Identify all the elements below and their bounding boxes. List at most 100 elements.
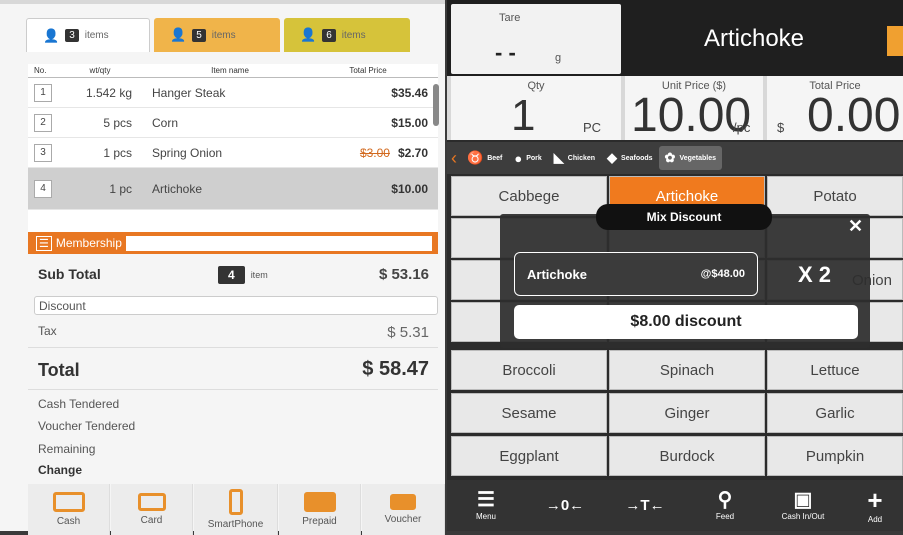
membership-input[interactable] (125, 235, 432, 251)
product-pumpkin[interactable]: Pumpkin (767, 436, 903, 476)
category-pork[interactable]: ● Pork (508, 146, 547, 170)
discount-amount: $8.00 discount (514, 305, 858, 339)
pay-voucher-button[interactable]: Voucher (362, 484, 445, 535)
discount-field[interactable]: Discount (34, 296, 438, 315)
toolbar-label: Add (867, 515, 883, 524)
cash-tendered-label: Cash Tendered (38, 397, 120, 411)
row-qty: 1 pc (109, 181, 132, 196)
product-label: Eggplant (499, 447, 559, 465)
tab-label: items (84, 30, 109, 41)
voucher-tendered-label: Voucher Tendered (38, 419, 136, 433)
product-name: Artichoke (703, 25, 805, 52)
bottom-toolbar: ☰ Menu →0← →T← ⚲ Feed ▣ Cash In/Out + Add (447, 480, 903, 531)
table-row-selected[interactable]: 4 1 pc Artichoke $10.00 (28, 168, 438, 210)
qty-unit: PC (583, 120, 602, 135)
product-label: Lettuce (810, 361, 860, 379)
product-burdock[interactable]: Burdock (609, 436, 765, 476)
close-icon[interactable]: ✕ (848, 216, 863, 237)
feed-button[interactable]: ⚲ Feed (687, 480, 763, 531)
pay-cash-button[interactable]: Cash (28, 484, 110, 535)
row-qty: 1.542 kg (85, 85, 132, 100)
order-table: No. wt/qty Item name Total Price 1 1.542… (28, 64, 438, 232)
tab-count: 5 (192, 28, 206, 42)
cash-in-out-button[interactable]: ▣ Cash In/Out (765, 480, 841, 531)
table-row[interactable]: 3 1 pcs Spring Onion $3.00 $2.70 (28, 138, 438, 168)
scale-header: Tare - - g Artichoke (447, 0, 903, 76)
membership-bar[interactable]: ☰ Membership (28, 232, 438, 254)
category-beef[interactable]: ♉ Beef (461, 146, 508, 170)
product-label: Spinach (659, 361, 715, 379)
row-no: 3 (28, 143, 68, 162)
pork-icon: ● (514, 150, 523, 166)
pay-label: Cash (56, 516, 81, 527)
unit-price-unit: /pc (733, 120, 751, 135)
product-spinach[interactable]: Spinach (609, 350, 765, 390)
tare-icon: →T← (625, 497, 665, 514)
tax-label: Tax (38, 324, 57, 338)
row-name: Corn (152, 115, 179, 130)
row-name: Spring Onion (152, 145, 223, 160)
product-label: Broccoli (502, 361, 556, 379)
card-icon (137, 493, 166, 511)
item-count: 4 item (218, 266, 268, 284)
product-ginger[interactable]: Ginger (609, 393, 765, 433)
product-label: Cabbege (498, 187, 560, 205)
toolbar-label: Cash In/Out (781, 512, 825, 521)
change-label: Change (38, 463, 83, 477)
header-item: Item name (211, 66, 249, 75)
tab-count: 3 (65, 29, 79, 42)
product-lettuce[interactable]: Lettuce (767, 350, 903, 390)
discount-qty: X 2 (798, 262, 832, 287)
header-no: No. (34, 66, 47, 75)
person-icon: 👤 (170, 27, 187, 42)
prepaid-icon (303, 492, 336, 512)
total-label: Total (38, 360, 80, 380)
qty-readout: Qty 1 PC (451, 76, 621, 140)
order-tab-1[interactable]: 👤 3 items (26, 18, 150, 52)
pay-card-button[interactable]: Card (111, 484, 193, 535)
pay-prepaid-button[interactable]: Prepaid (279, 484, 361, 535)
add-button[interactable]: + Add (847, 480, 903, 531)
fish-icon: ◆ (607, 150, 618, 165)
category-seafoods[interactable]: ◆ Seafoods (601, 146, 659, 170)
item-count-unit: item (250, 270, 268, 280)
total-currency: $ (777, 120, 785, 135)
membership-label: Membership (55, 236, 122, 250)
qty-label: Qty (527, 80, 545, 92)
row-number: 4 (34, 179, 52, 198)
product-eggplant[interactable]: Eggplant (451, 436, 607, 476)
total-price-readout: Total Price $ 0.00 (767, 76, 903, 140)
order-tab-2[interactable]: 👤 5 items (154, 18, 280, 52)
product-cabbege[interactable]: Cabbege (451, 176, 607, 216)
side-tab[interactable] (887, 26, 903, 56)
product-label: Pumpkin (805, 447, 865, 465)
table-scrollbar[interactable] (433, 84, 439, 126)
smartphone-icon (228, 489, 243, 515)
table-row[interactable]: 2 5 pcs Corn $15.00 (28, 108, 438, 138)
category-chicken[interactable]: ◣ Chicken (548, 146, 601, 170)
menu-button[interactable]: ☰ Menu (451, 480, 521, 531)
row-qty: 5 pcs (103, 115, 132, 130)
product-sesame[interactable]: Sesame (451, 393, 607, 433)
qty-value: 1 (511, 91, 536, 140)
divider (28, 347, 438, 348)
product-broccoli[interactable]: Broccoli (451, 350, 607, 390)
row-price: $10.00 (391, 181, 428, 196)
chevron-left-icon[interactable]: ‹ (447, 148, 461, 169)
category-vegetables[interactable]: ✿ Vegetables (658, 146, 723, 170)
pay-label: Voucher (384, 514, 422, 525)
tare-button[interactable]: →T← (607, 480, 683, 531)
product-potato[interactable]: Potato (767, 176, 903, 216)
row-price-cell: $3.00 $2.70 (308, 146, 438, 160)
table-row[interactable]: 1 1.542 kg Hanger Steak $35.46 (28, 78, 438, 108)
pay-smartphone-button[interactable]: SmartPhone (194, 484, 278, 535)
tax-value: $ 5.31 (387, 324, 429, 341)
person-icon: 👤 (300, 27, 317, 42)
order-tab-3[interactable]: 👤 6 items (284, 18, 410, 52)
add-icon: + (867, 485, 883, 515)
product-garlic[interactable]: Garlic (767, 393, 903, 433)
zero-button[interactable]: →0← (527, 480, 603, 531)
discount-item[interactable]: Artichoke @$48.00 (514, 252, 758, 296)
tare-value: - - (495, 40, 516, 65)
row-name: Artichoke (152, 181, 203, 196)
